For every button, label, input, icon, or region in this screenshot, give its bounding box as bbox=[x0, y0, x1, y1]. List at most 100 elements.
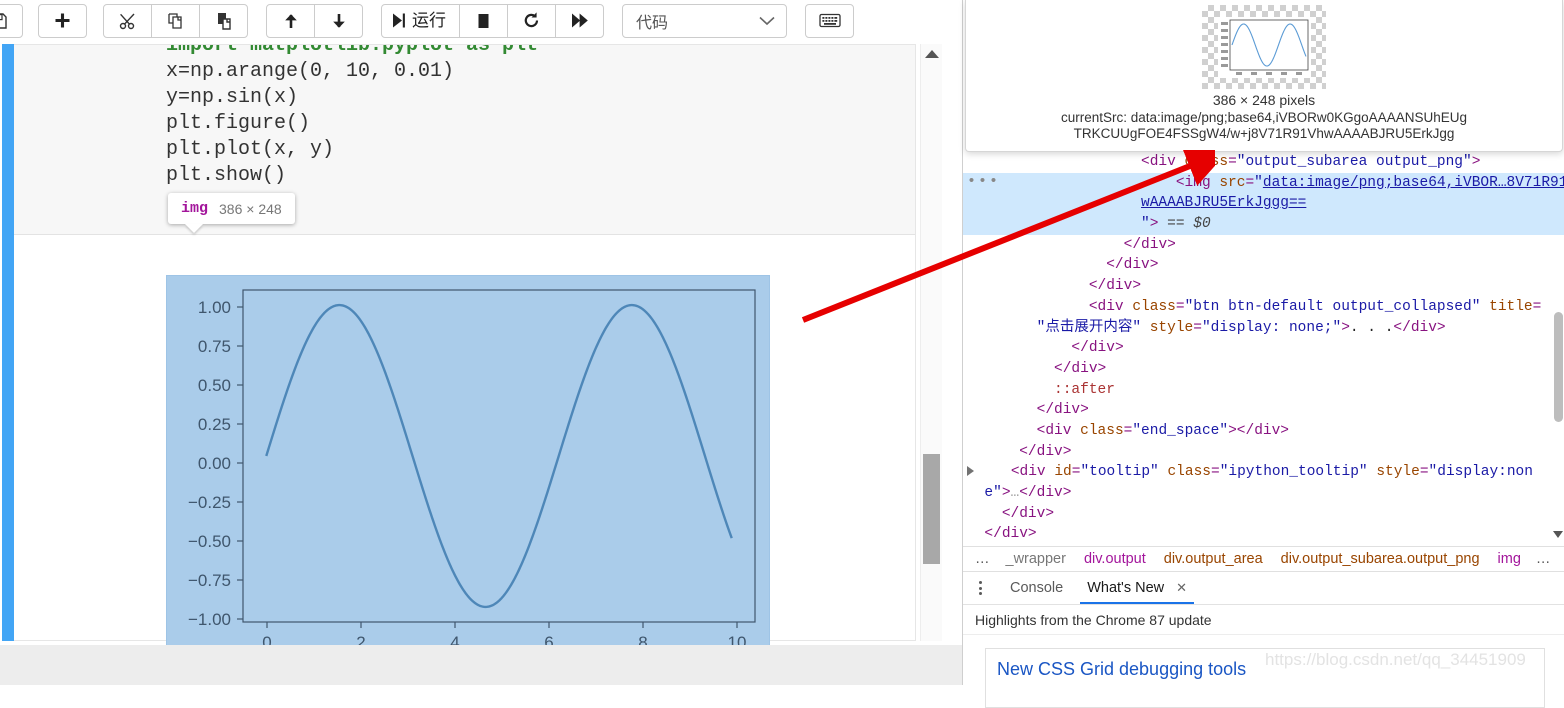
image-preview-thumbnail bbox=[1202, 5, 1326, 89]
dom-token-val: "display: none;" bbox=[1201, 319, 1342, 336]
dom-token-attr: class bbox=[1167, 464, 1211, 481]
toolbar-group-save bbox=[0, 3, 23, 38]
notebook-scrollbar[interactable] bbox=[920, 44, 942, 641]
dom-tree-line[interactable]: </div> bbox=[963, 255, 1564, 276]
dom-token-punc: </ bbox=[1393, 319, 1411, 336]
tab-whats-new[interactable]: What's New ✕ bbox=[1076, 574, 1198, 604]
image-preview-tooltip: 386 × 248 pixels currentSrc: data:image/… bbox=[965, 0, 1563, 152]
close-icon[interactable]: ✕ bbox=[1176, 580, 1187, 595]
plus-icon bbox=[55, 13, 70, 28]
tab-console[interactable]: Console bbox=[999, 574, 1074, 603]
dom-tree-line[interactable]: </div> bbox=[963, 400, 1564, 421]
breadcrumb-overflow-right[interactable]: … bbox=[1530, 551, 1558, 567]
dom-token-punc: = bbox=[1532, 298, 1542, 315]
dom-token-punc: = bbox=[1228, 154, 1237, 170]
dom-token-plain: . . . bbox=[1349, 319, 1394, 336]
notebook-cell[interactable]: import matplotlib.pyplot as plt x=np.ara… bbox=[0, 44, 916, 667]
scroll-up-arrow-icon[interactable] bbox=[924, 50, 939, 58]
dom-token-punc: < bbox=[1010, 464, 1020, 481]
dom-tree-line[interactable]: </div> bbox=[963, 504, 1564, 525]
dom-token-punc: </ bbox=[1071, 340, 1089, 357]
restart-and-run-all-button[interactable] bbox=[555, 3, 604, 38]
dom-token-punc: > bbox=[1045, 505, 1055, 522]
dom-tree-line[interactable]: </div> bbox=[963, 276, 1564, 297]
code-line-4: plt.plot(x, y) bbox=[166, 138, 335, 161]
matplotlib-figure[interactable]: 1.00 0.75 0.50 0.25 0.00 −0.25 −0.50 −0.… bbox=[166, 275, 770, 667]
move-cell-up-button[interactable] bbox=[266, 3, 315, 38]
dom-tree-line[interactable]: <div class="output_subarea output_png"> bbox=[963, 152, 1564, 173]
paste-cell-button[interactable] bbox=[199, 3, 248, 38]
breadcrumb-item[interactable]: div.output_area bbox=[1155, 551, 1272, 567]
dom-scrollbar-thumb[interactable] bbox=[1554, 312, 1563, 422]
y-tick-label: 0.75 bbox=[198, 337, 231, 356]
dom-tree-line[interactable]: "> == $0 bbox=[963, 214, 1564, 235]
dom-token-val: " bbox=[1141, 216, 1150, 233]
dom-tree-line[interactable]: ::after bbox=[963, 380, 1564, 401]
dom-tree-scrollbar[interactable] bbox=[1552, 152, 1564, 542]
breadcrumb-item[interactable]: div.output bbox=[1075, 551, 1155, 567]
breadcrumb-item[interactable]: _wrapper bbox=[997, 551, 1075, 567]
restart-kernel-button[interactable] bbox=[507, 3, 556, 38]
breadcrumb-overflow-left[interactable]: … bbox=[969, 551, 997, 567]
keyboard-shortcuts-button[interactable] bbox=[805, 3, 854, 38]
insert-cell-button[interactable] bbox=[38, 3, 87, 38]
dom-tree[interactable]: <div class="output_subarea output_png"> … bbox=[963, 152, 1564, 542]
move-cell-down-button[interactable] bbox=[314, 3, 363, 38]
dom-tree-line[interactable]: wAAAABJRU5ErkJggg== bbox=[963, 193, 1564, 215]
dom-token-tag: div bbox=[1149, 154, 1176, 170]
cell-body: import matplotlib.pyplot as plt x=np.ara… bbox=[14, 44, 916, 667]
interrupt-kernel-button[interactable] bbox=[459, 3, 508, 38]
scrollbar-thumb[interactable] bbox=[923, 454, 940, 564]
sine-curve bbox=[265, 303, 733, 609]
dom-tree-line[interactable]: e">…</div> bbox=[963, 483, 1564, 504]
drawer-more-options-icon[interactable] bbox=[969, 581, 991, 595]
toolbar-group-move bbox=[266, 3, 363, 38]
paste-icon bbox=[217, 12, 231, 30]
fast-forward-icon bbox=[572, 13, 588, 28]
dom-tree-line[interactable]: </div> bbox=[963, 442, 1564, 463]
dom-token-tag: div bbox=[1254, 422, 1281, 439]
breadcrumb-item[interactable]: img bbox=[1489, 551, 1530, 567]
whats-new-card-title[interactable]: New CSS Grid debugging tools bbox=[997, 659, 1246, 680]
run-cell-button[interactable]: 运行 bbox=[381, 3, 460, 38]
dom-token-link[interactable]: wAAAABJRU5ErkJggg== bbox=[1141, 195, 1306, 211]
toolbar-group-insert bbox=[38, 3, 87, 38]
code-line-3: plt.figure() bbox=[166, 112, 311, 135]
dom-token-val: "btn btn-default output_collapsed" bbox=[1184, 298, 1481, 315]
breadcrumb-item[interactable]: div.output_subarea.output_png bbox=[1272, 551, 1489, 567]
dom-tree-line[interactable]: </div> bbox=[963, 235, 1564, 256]
dom-tree-line[interactable]: <div class="btn btn-default output_colla… bbox=[963, 297, 1564, 318]
restart-icon bbox=[524, 12, 539, 28]
stop-square-icon bbox=[478, 14, 489, 28]
current-src-line1: currentSrc: data:image/png;base64,iVBORw… bbox=[1061, 110, 1467, 125]
dom-token-tag: div bbox=[1088, 340, 1115, 357]
dom-tree-line[interactable]: </div> bbox=[963, 359, 1564, 380]
expand-triangle-icon[interactable] bbox=[967, 466, 974, 477]
badge-tag-name: img bbox=[181, 200, 209, 217]
dom-token-tag: div bbox=[1410, 319, 1437, 336]
tab-whats-new-label: What's New bbox=[1087, 579, 1165, 596]
code-editor[interactable]: import matplotlib.pyplot as plt x=np.ara… bbox=[166, 45, 538, 189]
dom-tree-line[interactable]: <div id="tooltip" class="ipython_tooltip… bbox=[963, 462, 1564, 483]
code-input-area[interactable]: import matplotlib.pyplot as plt x=np.ara… bbox=[14, 45, 915, 235]
dom-token-link[interactable]: data:image/png;base64,iVBOR…8V71R91Vh bbox=[1263, 175, 1564, 191]
dom-tree-line[interactable]: "点击展开内容" style="display: none;">. . .</d… bbox=[963, 318, 1564, 339]
cell-output-area: 1.00 0.75 0.50 0.25 0.00 −0.25 −0.50 −0.… bbox=[14, 235, 915, 667]
scroll-down-arrow-icon[interactable] bbox=[1553, 531, 1563, 538]
cell-type-select[interactable]: 代码 bbox=[622, 3, 787, 38]
y-tick-label: −0.25 bbox=[188, 493, 231, 512]
dom-token-plain bbox=[1176, 154, 1185, 170]
breadcrumb[interactable]: … _wrapper div.output div.output_area div.ou… bbox=[963, 546, 1564, 572]
devtools-panel: 386 × 248 pixels currentSrc: data:image/… bbox=[962, 0, 1564, 708]
code-line-5: plt.show() bbox=[166, 164, 287, 187]
cut-cell-button[interactable] bbox=[103, 3, 152, 38]
dom-tree-line[interactable]: </div> bbox=[963, 338, 1564, 359]
dom-tree-line[interactable]: </div> bbox=[963, 524, 1564, 542]
dom-token-plain bbox=[1071, 423, 1080, 439]
copy-cell-button[interactable] bbox=[151, 3, 200, 38]
dom-tree-line[interactable]: <img src="data:image/png;base64,iVBOR…8V… bbox=[963, 172, 1564, 194]
save-button[interactable] bbox=[0, 3, 23, 38]
dom-tree-line[interactable]: <div class="end_space"></div> bbox=[963, 421, 1564, 442]
